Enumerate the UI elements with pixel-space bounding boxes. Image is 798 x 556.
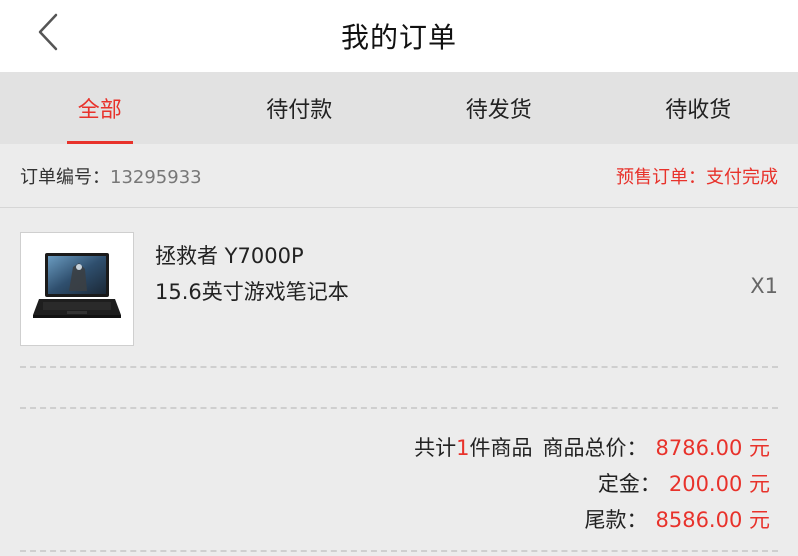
order-number-value: 13295933	[110, 166, 202, 188]
divider	[20, 366, 778, 368]
top-nav-bar: 我的订单	[0, 0, 798, 72]
total-label: 商品总价：	[542, 436, 648, 460]
total-value: 8786.00 元	[655, 436, 770, 460]
item-count-value: 1	[456, 436, 470, 460]
product-image[interactable]	[20, 232, 134, 346]
summary-deposit-line: 定金： 200.00 元	[598, 468, 770, 498]
order-number-label: 订单编号：	[20, 166, 110, 188]
back-icon[interactable]	[30, 12, 66, 52]
deposit-value: 200.00 元	[668, 472, 770, 496]
order-tabs: 全部 待付款 待发货 待收货	[0, 72, 798, 144]
order-status: 预售订单：支付完成	[616, 166, 778, 188]
divider	[20, 407, 778, 409]
balance-value: 8586.00 元	[655, 508, 770, 532]
tab-pending-receipt[interactable]: 待收货	[599, 72, 798, 144]
balance-label: 尾款：	[584, 508, 648, 532]
laptop-icon	[33, 253, 121, 318]
product-quantity: X1	[750, 274, 778, 298]
product-name: 拯救者 Y7000P	[155, 244, 304, 268]
tab-pending-payment[interactable]: 待付款	[200, 72, 400, 144]
deposit-label: 定金：	[597, 472, 661, 496]
item-count-suffix: 件商品	[469, 436, 533, 460]
item-count-prefix: 共计	[414, 436, 457, 460]
tab-all[interactable]: 全部	[0, 72, 200, 144]
product-item[interactable]: 拯救者 Y7000P 15.6英寸游戏笔记本 X1	[0, 208, 798, 368]
summary-balance-line: 尾款： 8586.00 元	[584, 504, 770, 534]
order-header: 订单编号：13295933 预售订单：支付完成	[0, 144, 798, 208]
tab-pending-shipment[interactable]: 待发货	[399, 72, 599, 144]
summary-total-line: 共计 1 件商品 商品总价： 8786.00 元	[414, 432, 770, 462]
product-description: 15.6英寸游戏笔记本	[155, 280, 349, 304]
page-title: 我的订单	[340, 21, 457, 54]
divider	[20, 550, 778, 552]
order-number: 订单编号：13295933	[20, 163, 202, 189]
